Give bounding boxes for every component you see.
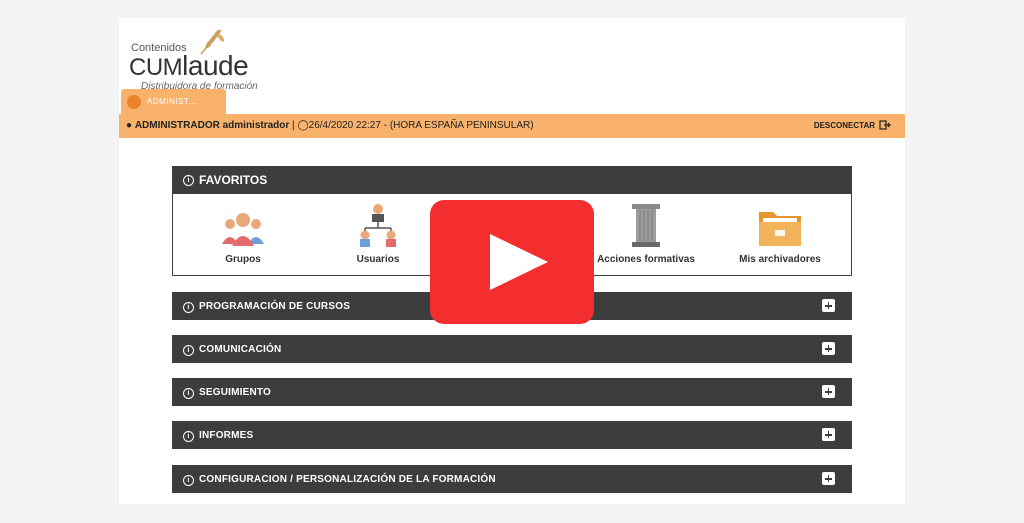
expand-plus-icon[interactable] — [822, 385, 835, 398]
section-title: i CONFIGURACION / PERSONALIZACIÓN DE LA F… — [183, 474, 496, 486]
expand-plus-icon[interactable] — [822, 299, 835, 312]
expand-plus-icon[interactable] — [822, 342, 835, 355]
expand-plus-icon[interactable] — [822, 428, 835, 441]
folder-icon — [759, 212, 801, 246]
info-icon: i — [183, 475, 194, 486]
video-play-button[interactable] — [430, 200, 594, 324]
info-icon: i — [183, 174, 194, 186]
favorites-header: i FAVORITOS — [172, 166, 852, 194]
info-icon: i — [183, 302, 194, 313]
favorites-title: FAVORITOS — [199, 173, 268, 187]
group-people-icon — [222, 213, 264, 246]
section-informes[interactable]: i INFORMES — [172, 421, 852, 449]
datetime-text: 26/4/2020 22:27 - (HORA ESPAÑA PENINSULA… — [308, 120, 534, 131]
user-info: ● ADMINISTRADOR administrador | ◯26/4/20… — [126, 120, 534, 131]
section-title: i SEGUIMIENTO — [183, 387, 271, 399]
section-title: i PROGRAMACIÓN DE CURSOS — [183, 301, 350, 313]
favorite-mis-archivadores[interactable]: Mis archivadores — [715, 202, 845, 265]
section-comunicacion[interactable]: i COMUNICACIÓN — [172, 335, 852, 363]
section-seguimiento[interactable]: i SEGUIMIENTO — [172, 378, 852, 406]
section-title: i INFORMES — [183, 430, 253, 442]
clock-icon: ◯ — [297, 120, 309, 131]
column-pillar-icon — [632, 204, 660, 247]
users-icon — [360, 204, 396, 247]
section-title: i COMUNICACIÓN — [183, 344, 281, 356]
info-icon: i — [183, 345, 194, 356]
play-icon — [490, 234, 548, 290]
expand-plus-icon[interactable] — [822, 472, 835, 485]
favorite-archivadores-label: Mis archivadores — [739, 254, 821, 265]
user-name: ADMINISTRADOR administrador — [134, 120, 290, 131]
info-icon: i — [183, 431, 194, 442]
section-configuracion[interactable]: i CONFIGURACION / PERSONALIZACIÓN DE LA F… — [172, 465, 852, 493]
favorite-acciones-formativas[interactable]: Acciones formativas — [581, 202, 711, 265]
logo: Contenidos CUMlaude Distribuidora de for… — [129, 24, 279, 94]
info-icon: i — [183, 388, 194, 399]
favorite-grupos[interactable]: Grupos — [178, 202, 308, 265]
logout-icon — [879, 120, 891, 130]
favorite-usuarios-label: Usuarios — [356, 254, 400, 265]
favorite-usuarios[interactable]: Usuarios — [313, 202, 443, 265]
favorite-acciones-label: Acciones formativas — [597, 254, 695, 265]
key-icon — [127, 95, 141, 109]
user-icon: ● — [126, 120, 133, 131]
user-bar: ● ADMINISTRADOR administrador | ◯26/4/20… — [119, 114, 905, 138]
logout-button[interactable]: DESCONECTAR — [814, 120, 891, 130]
tab-admin-label: ADMINIST... — [147, 97, 197, 106]
tab-admin[interactable]: ADMINIST... — [121, 89, 226, 115]
favorite-grupos-label: Grupos — [225, 254, 261, 265]
logout-label: DESCONECTAR — [813, 120, 875, 130]
logo-brand: CUMlaude — [129, 50, 249, 81]
